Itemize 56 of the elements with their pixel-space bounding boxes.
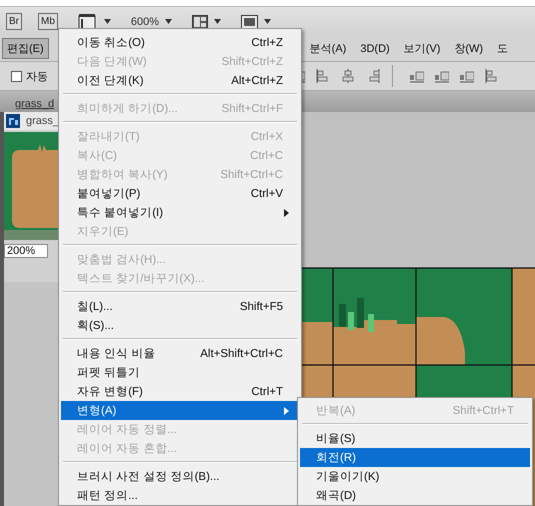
- menu-item[interactable]: 이전 단계(K) Alt+Ctrl+Z: [61, 71, 299, 90]
- shortcut-label: Shift+Ctrl+C: [220, 168, 283, 180]
- align-bottom-icon[interactable]: [435, 69, 449, 83]
- shortcut-label: Alt+Shift+Ctrl+C: [200, 348, 283, 360]
- shortcut-label: Shift+Ctrl+Z: [222, 56, 283, 68]
- caret-icon[interactable]: [214, 19, 222, 24]
- caret-icon[interactable]: [165, 19, 172, 24]
- window-title: grass_: [26, 115, 60, 127]
- menu-item[interactable]: 브러시 사전 설정 정의(B)...: [61, 467, 299, 486]
- shortcut-label: Shift+Ctrl+T: [452, 404, 514, 416]
- shortcut-label: Ctrl+X: [250, 130, 283, 142]
- zoom-field[interactable]: 200%: [4, 244, 48, 258]
- menu-item[interactable]: 내용 인식 비율 Alt+Shift+Ctrl+C: [61, 344, 299, 363]
- menu-item[interactable]: 비율(S): [300, 429, 530, 448]
- align-bottom-icon[interactable]: [410, 69, 424, 83]
- menu-item[interactable]: 붙여넣기(P) Ctrl+V: [61, 184, 299, 203]
- menu-item[interactable]: 편집(E): [2, 38, 49, 59]
- caret-icon[interactable]: [104, 19, 111, 24]
- zoom-level[interactable]: 600%: [130, 16, 160, 28]
- screen-mode-icon[interactable]: [241, 14, 258, 28]
- menu-item[interactable]: 퍼펫 뒤틀기: [61, 363, 299, 382]
- menu-item[interactable]: 변형(A): [61, 401, 299, 420]
- menu-item[interactable]: 창(W): [449, 38, 488, 59]
- shortcut-label: Ctrl+Z: [251, 36, 283, 48]
- shortcut-label: Ctrl+V: [250, 188, 283, 200]
- film-icon[interactable]: [78, 12, 98, 30]
- layout-icon[interactable]: [192, 14, 208, 28]
- shortcut-label: Alt+Ctrl+Z: [231, 74, 283, 86]
- app-button[interactable]: Mb: [38, 13, 58, 30]
- shortcut-label: Shift+Ctrl+F: [222, 102, 283, 114]
- menu-item[interactable]: 이동 취소(O) Ctrl+Z: [61, 33, 299, 52]
- align-left-icon[interactable]: [485, 69, 499, 83]
- align-bottom-icon[interactable]: [460, 69, 474, 83]
- menu-item[interactable]: 회전(R): [300, 448, 530, 467]
- menu-item[interactable]: 패턴 정의...: [61, 486, 299, 505]
- menu-item[interactable]: 분석(A): [304, 38, 352, 59]
- align-left-icon[interactable]: [316, 69, 330, 83]
- document-tab[interactable]: grass_d: [15, 98, 54, 112]
- checkbox-label: 자동: [26, 70, 48, 84]
- shortcut-label: Ctrl+C: [250, 150, 283, 162]
- menu-item[interactable]: 칠(L)... Shift+F5: [61, 297, 299, 316]
- menu-item[interactable]: 도: [492, 38, 514, 59]
- align-center-icon[interactable]: [341, 69, 355, 83]
- checkbox[interactable]: [11, 70, 22, 82]
- menu-item[interactable]: 특수 붙여넣기(I): [61, 203, 299, 222]
- menu-item[interactable]: 획(S)...: [61, 316, 299, 335]
- menu-item[interactable]: 3D(D): [355, 40, 395, 58]
- menu-item[interactable]: 왜곡(D): [300, 486, 530, 505]
- caret-icon[interactable]: [264, 19, 272, 24]
- menu-item[interactable]: 자유 변형(F) Ctrl+T: [61, 382, 299, 401]
- app-logo-icon: [6, 114, 20, 128]
- app-button[interactable]: Br: [6, 13, 22, 30]
- shortcut-label: Shift+F5: [240, 300, 283, 312]
- menu-item[interactable]: 보기(V): [398, 38, 446, 59]
- menu-item[interactable]: 기울이기(K): [300, 467, 530, 486]
- shortcut-label: Ctrl+T: [251, 386, 283, 398]
